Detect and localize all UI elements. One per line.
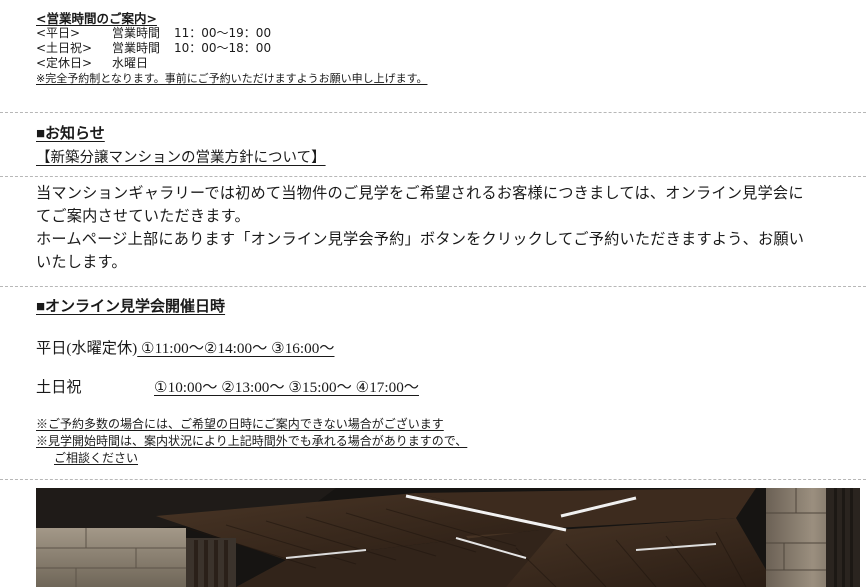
holiday-hours-row: <土日祝> 営業時間 10：00〜18：00	[36, 41, 836, 56]
business-hours: <営業時間のご案内> <平日> 営業時間 11：00〜19：00 <土日祝> 営業時間…	[36, 11, 836, 86]
news-heading: ■お知らせ	[36, 126, 105, 142]
holiday-label: <土日祝>	[36, 41, 93, 55]
entrance-illustration	[36, 488, 860, 587]
online-tour-notes: ※ご予約多数の場合には、ご希望の日時にご案内できない場合がございます ※見学開始…	[36, 416, 467, 467]
note-line: ※ご予約多数の場合には、ご希望の日時にご案内できない場合がございます	[36, 417, 444, 431]
news-body-line: ホームページ上部にあります「オンライン見学会予約」ボタンをクリックしてご予約いた…	[36, 231, 805, 248]
closed-day-label: <定休日>	[36, 56, 93, 70]
weekend-schedule: 土日祝 ①10:00〜 ②13:00〜 ③15:00〜 ④17:00〜	[36, 375, 419, 397]
weekday-schedule-label: 平日(水曜定休)	[36, 340, 138, 357]
news-body-line: てご案内させていただきます。	[36, 208, 250, 225]
note-line: ご相談ください	[54, 451, 139, 465]
weekend-schedule-slots: ①10:00〜 ②13:00〜 ③15:00〜 ④17:00〜	[154, 379, 419, 396]
weekday-schedule: 平日(水曜定休) ①11:00〜②14:00〜 ③16:00〜	[36, 336, 334, 358]
business-hours-title: <営業時間のご案内>	[36, 11, 157, 26]
weekend-schedule-label: 土日祝	[36, 379, 82, 396]
closed-day-value: 水曜日	[112, 56, 149, 70]
weekday-hours-row: <平日> 営業時間 11：00〜19：00	[36, 26, 836, 41]
news-body-line: 当マンションギャラリーでは初めて当物件のご見学をご希望されるお客様につきましては…	[36, 185, 804, 202]
news-subheading: 【新築分譲マンションの営業方針について】	[36, 150, 326, 166]
weekday-schedule-slots: ①11:00〜②14:00〜 ③16:00〜	[137, 340, 335, 357]
online-tour-heading: ■オンライン見学会開催日時	[36, 299, 226, 315]
holiday-hours-time: 10：00〜18：00	[174, 41, 272, 55]
divider	[0, 286, 866, 287]
news-body-line: いたします。	[36, 254, 127, 271]
divider	[0, 112, 866, 113]
reservation-note: ※完全予約制となります。事前にご予約いただけますようお願い申し上げます。	[36, 72, 428, 85]
divider	[0, 479, 866, 480]
holiday-hours-name: 営業時間	[112, 41, 161, 55]
note-line: ※見学開始時間は、案内状況により上記時間外でも承れる場合がありますので、	[36, 434, 468, 448]
page: <営業時間のご案内> <平日> 営業時間 11：00〜19：00 <土日祝> 営業時間…	[0, 0, 866, 587]
weekday-hours-name: 営業時間	[112, 26, 161, 40]
closed-day-row: <定休日> 水曜日	[36, 56, 836, 71]
building-entrance-image	[36, 488, 860, 587]
divider	[0, 176, 866, 177]
news-body: 当マンションギャラリーでは初めて当物件のご見学をご希望されるお客様につきましては…	[36, 182, 846, 274]
weekday-label: <平日>	[36, 26, 81, 40]
weekday-hours-time: 11：00〜19：00	[174, 26, 272, 40]
